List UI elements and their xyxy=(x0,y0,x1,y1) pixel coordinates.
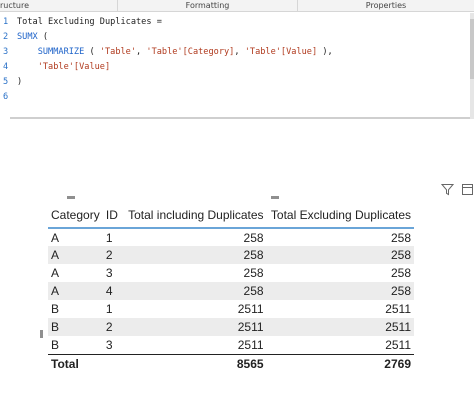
line-number: 3 xyxy=(3,47,9,57)
cell-total-including: 2511 xyxy=(237,337,264,352)
cell-category: A xyxy=(48,246,103,264)
cell-total-including: 258 xyxy=(243,266,264,280)
table-row[interactable]: A 3 258 258 xyxy=(48,264,414,282)
code-token: SUMMARIZE xyxy=(37,47,85,57)
total-including-value: 8565 xyxy=(125,353,267,373)
column-header-category[interactable]: Category xyxy=(48,202,103,229)
tab-structure[interactable]: ructure xyxy=(0,0,118,12)
code-token: 'Table'[Value] xyxy=(244,47,318,57)
code-token: SUMX xyxy=(17,32,38,42)
cell-total-excluding: 258 xyxy=(266,246,414,264)
cell-total-excluding: 258 xyxy=(266,282,414,300)
formula-code: SUMMARIZE ( 'Table', 'Table'[Category], … xyxy=(17,45,333,60)
cell-category: A xyxy=(51,266,60,280)
column-header-id[interactable]: ID xyxy=(102,202,126,229)
focus-mode-icon-glyph xyxy=(462,184,473,195)
formula-scrollbar[interactable] xyxy=(470,13,474,119)
code-token: ( xyxy=(84,47,100,57)
focus-mode-icon[interactable] xyxy=(461,181,474,195)
code-token: 'Table'[Value] xyxy=(37,62,111,72)
filter-icon[interactable] xyxy=(440,181,455,196)
line-number: 2 xyxy=(3,32,9,42)
code-token: ( xyxy=(37,32,49,42)
line-number: 4 xyxy=(3,62,9,72)
code-token: , xyxy=(136,47,147,57)
table-row[interactable]: B 3 2511 2511 xyxy=(48,336,414,354)
formula-code: SUMX ( xyxy=(17,30,48,45)
column-header-total-including[interactable]: Total including Duplicates xyxy=(125,202,267,229)
cell-category: A xyxy=(48,282,103,300)
resize-handle[interactable] xyxy=(40,330,43,338)
resize-handle[interactable] xyxy=(67,196,75,199)
table-body: A 1 258 258 A 2 258 258 A 3 258 258 A 4 258 258 B 1 2511 25… xyxy=(48,228,414,354)
code-token: 'Table' xyxy=(99,47,137,57)
tab-properties[interactable]: Properties xyxy=(298,0,474,12)
code-token: ) xyxy=(17,77,23,87)
table-row[interactable]: A 1 258 258 xyxy=(48,228,414,246)
table-row[interactable]: B 1 2511 2511 xyxy=(48,300,414,318)
cell-total-including: 258 xyxy=(243,230,264,245)
formula-scrollbar-thumb[interactable] xyxy=(470,19,474,79)
cell-total-including: 2511 xyxy=(237,302,264,316)
ribbon-tab-strip: ructure Formatting Properties xyxy=(0,0,474,12)
cell-id: 1 xyxy=(105,302,113,316)
column-header-total-excluding[interactable]: Total Excluding Duplicates xyxy=(266,202,414,229)
table-row[interactable]: A 2 258 258 xyxy=(48,246,414,264)
cell-category: B xyxy=(48,318,103,336)
formula-code: Total Excluding Duplicates = xyxy=(17,15,162,30)
formula-code: ) xyxy=(17,75,22,90)
total-id xyxy=(102,353,126,373)
cell-category: B xyxy=(51,302,60,316)
cell-total-excluding: 2511 xyxy=(385,337,411,352)
cell-total-including: 2511 xyxy=(125,318,267,336)
cell-id: 3 xyxy=(105,266,113,280)
table-header-row: Category ID Total including Duplicates T… xyxy=(48,202,414,229)
code-token: ), xyxy=(317,47,333,57)
cell-total-excluding: 258 xyxy=(390,266,411,280)
total-excluding-value: 2769 xyxy=(266,353,414,373)
code-token: , xyxy=(234,47,245,57)
line-number: 6 xyxy=(3,92,9,102)
cell-id: 4 xyxy=(102,282,126,300)
cell-total-excluding: 2511 xyxy=(266,318,414,336)
table-row[interactable]: A 4 258 258 xyxy=(48,282,414,300)
cell-total-including: 258 xyxy=(125,282,267,300)
cell-id: 2 xyxy=(102,318,126,336)
table-visual[interactable]: Category ID Total including Duplicates T… xyxy=(40,196,414,376)
cell-id: 1 xyxy=(105,230,113,245)
cell-total-including: 258 xyxy=(125,246,267,264)
line-number: 5 xyxy=(3,77,9,87)
code-token: Total Excluding Duplicates = xyxy=(17,17,162,27)
formula-bar[interactable]: 1 Total Excluding Duplicates = 2 SUMX (3 SU… xyxy=(0,13,474,119)
formula-code: 'Table'[Value] xyxy=(17,60,110,75)
total-row: Total 8565 2769 xyxy=(48,353,414,373)
cell-category: A xyxy=(51,230,60,245)
cell-id: 2 xyxy=(102,246,126,264)
cell-total-excluding: 2511 xyxy=(385,302,411,316)
cell-category: B xyxy=(51,337,60,352)
filter-icon-glyph xyxy=(440,184,455,196)
tab-formatting[interactable]: Formatting xyxy=(118,0,298,12)
data-table: Category ID Total including Duplicates T… xyxy=(48,202,414,373)
code-token: 'Table'[Category] xyxy=(146,47,235,57)
line-number: 1 xyxy=(3,17,9,27)
total-label: Total xyxy=(48,353,103,373)
cell-total-excluding: 258 xyxy=(390,230,411,245)
table-row[interactable]: B 2 2511 2511 xyxy=(48,318,414,336)
resize-handle[interactable] xyxy=(271,196,279,199)
cell-id: 3 xyxy=(105,337,113,352)
